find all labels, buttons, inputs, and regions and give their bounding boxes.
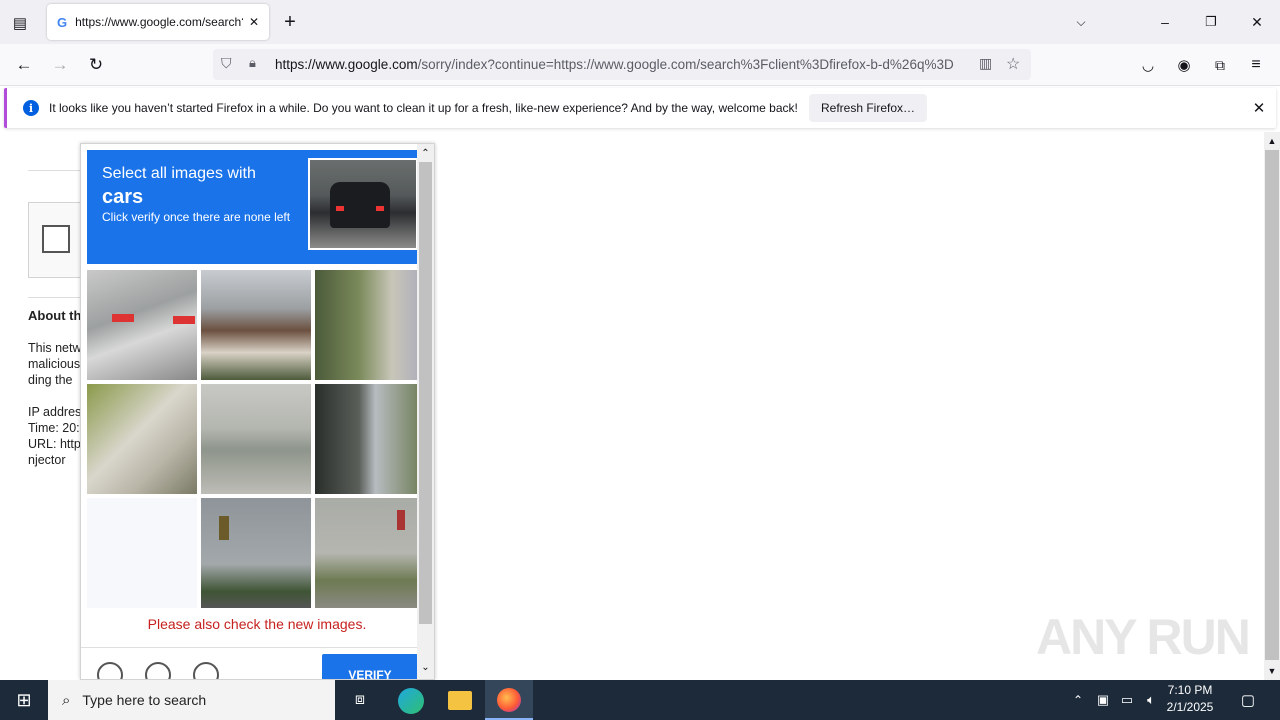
new-tab-button[interactable]: + [279,10,301,34]
system-clock[interactable]: 7:10 PM 2/1/2025 [1160,682,1220,718]
account-icon[interactable]: ◉ [1172,54,1196,76]
taskbar-search-placeholder: Type here to search [82,692,207,708]
bg-line: URL: http [28,437,81,451]
recaptcha-checkbox[interactable] [42,225,70,253]
bg-line: Time: 20: [28,421,80,435]
meet-now-icon[interactable]: ▣ [1094,690,1112,710]
file-explorer-icon[interactable] [448,691,472,710]
notification-center-icon[interactable]: ▢ [1236,689,1260,711]
verify-button[interactable]: VERIFY [322,654,418,679]
show-hidden-icons-chevron-icon[interactable]: ⌃ [1070,690,1086,710]
info-icon: i [23,100,39,116]
captcha-tile-6[interactable] [315,384,425,494]
bg-line: This netw [28,341,82,355]
captcha-tile-4[interactable] [87,384,197,494]
firefox-icon [497,688,521,712]
captcha-tile-3[interactable] [315,270,425,380]
reader-view-icon[interactable]: ▥ [979,55,992,72]
edge-icon[interactable] [398,688,424,714]
notification-text: It looks like you haven’t started Firefo… [49,101,798,115]
tab-bar: ▤ G https://www.google.com/search?q= ✕ +… [0,0,1280,44]
divider [28,170,88,171]
captcha-tile-7[interactable] [87,498,197,608]
task-view-icon[interactable]: ⧈ [348,689,372,711]
notification-close-icon[interactable]: ✕ [1249,98,1269,118]
tab-overview-icon[interactable]: ▤ [8,12,32,34]
refresh-firefox-button[interactable]: Refresh Firefox… [809,94,928,122]
recaptcha-box [28,202,88,278]
captcha-target: cars [102,186,144,208]
url-domain: https://www.google.com [275,57,418,72]
page-scrollbar-thumb[interactable] [1265,150,1279,660]
captcha-instruction: Select all images with [102,165,256,182]
network-icon[interactable]: ▭ [1118,690,1136,710]
captcha-tile-5[interactable] [201,384,311,494]
bg-line: njector [28,453,66,467]
captcha-subinstruction: Click verify once there are none left [102,210,291,224]
windows-start-icon[interactable]: ⊞ [12,689,36,711]
bg-line: IP addres [28,405,82,419]
clock-date: 2/1/2025 [1166,700,1214,714]
scroll-up-icon[interactable]: ▲ [1264,134,1280,148]
url-bar[interactable]: ⛉ 🔒︎ https://www.google.com/sorry/index?… [213,49,1031,80]
captcha-scroll-down-icon[interactable]: ⌄ [418,660,433,674]
back-arrow-icon[interactable]: ← [12,54,36,76]
shield-icon[interactable]: ⛉ [221,55,232,72]
captcha-tile-9[interactable] [315,498,425,608]
taskbar-search-box[interactable]: ⌕ Type here to search [48,680,335,720]
scroll-down-icon[interactable]: ▼ [1264,664,1280,678]
bookmark-star-icon[interactable]: ☆ [1006,54,1020,74]
notification-bar: i It looks like you haven’t started Fire… [4,88,1276,128]
pocket-icon[interactable]: ◡ [1136,54,1160,76]
list-tabs-chevron-icon[interactable]: ⌵ [1070,10,1092,34]
divider [28,297,88,298]
google-favicon-icon: G [57,14,68,30]
menu-hamburger-icon[interactable]: ≡ [1244,54,1268,76]
about-heading: About th [28,308,82,323]
captcha-scrollbar-thumb[interactable] [419,162,432,624]
reload-icon[interactable]: ↻ [84,54,108,76]
bg-line: malicious [28,357,81,371]
captcha-message: Please also check the new images. [147,616,367,632]
captcha-tile-1[interactable] [87,270,197,380]
clock-time: 7:10 PM [1167,683,1213,697]
url-text[interactable]: https://www.google.com/sorry/index?conti… [275,57,971,72]
search-icon: ⌕ [62,691,71,709]
extensions-icon[interactable]: ⧉ [1208,54,1232,76]
watermark-logo: ANY RUN [1036,609,1251,665]
captcha-scroll-up-icon[interactable]: ⌃ [418,146,433,160]
forward-arrow-icon[interactable]: → [48,54,72,76]
volume-icon[interactable]: 🔈︎ [1142,690,1160,710]
captcha-tile-8[interactable] [201,498,311,608]
close-window-button[interactable]: ✕ [1244,10,1270,34]
sample-image [308,158,418,250]
restore-button[interactable]: ❐ [1198,10,1224,34]
tab-close-icon[interactable]: ✕ [249,15,259,29]
tab-title: https://www.google.com/search?q= [75,15,243,29]
firefox-taskbar-button[interactable] [485,680,533,720]
url-path: /sorry/index?continue=https://www.google… [417,57,954,72]
bg-line: ding the [28,373,73,387]
captcha-header: Select all images with cars Click verify… [87,150,418,264]
minimize-button[interactable]: – [1152,10,1178,34]
lock-icon[interactable]: 🔒︎ [249,55,256,71]
active-tab[interactable]: G https://www.google.com/search?q= ✕ [47,4,269,40]
captcha-challenge: Select all images with cars Click verify… [80,143,435,680]
captcha-tile-2[interactable] [201,270,311,380]
